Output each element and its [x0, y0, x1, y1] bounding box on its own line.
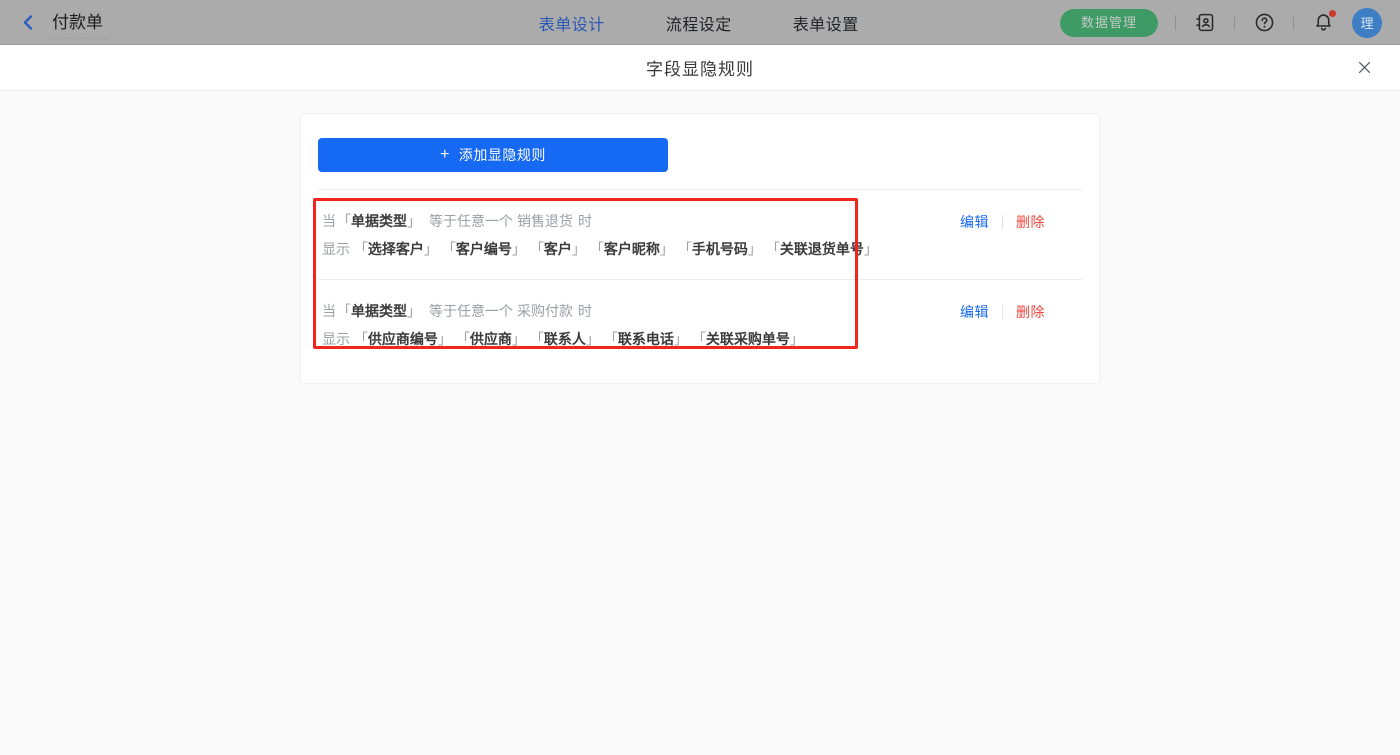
close-button[interactable]	[1352, 56, 1376, 80]
plus-icon: +	[440, 146, 450, 164]
add-rule-label: 添加显隐规则	[459, 145, 546, 165]
modal-titlebar: 字段显隐规则	[0, 45, 1400, 91]
actions-divider	[1002, 305, 1003, 319]
header-divider	[1234, 15, 1235, 30]
notification-badge	[1329, 10, 1336, 17]
rules-card: + 添加显隐规则 当「单据类型」等于任意一个销售退货时 显示 「选择客户」「客户…	[300, 113, 1100, 384]
header-right: 数据管理 理	[1060, 8, 1400, 38]
rule-actions: 编辑 删除	[960, 212, 1082, 232]
rule-show-line: 显示 「选择客户」「客户编号」「客户」「客户昵称」「手机号码」「关联退货单号」	[322, 239, 960, 260]
modal-body: + 添加显隐规则 当「单据类型」等于任意一个销售退货时 显示 「选择客户」「客户…	[0, 91, 1400, 755]
field-chip: 「选择客户」	[354, 241, 438, 257]
rule-condition-line: 当「单据类型」等于任意一个销售退货时	[322, 211, 960, 232]
tab-form-design[interactable]: 表单设计	[539, 11, 605, 35]
edit-rule-link[interactable]: 编辑	[960, 302, 989, 322]
field-chip: 「客户昵称」	[597, 241, 674, 257]
rule-row: 当「单据类型」等于任意一个采购付款时 显示 「供应商编号」「供应商」「联系人」「…	[318, 279, 1082, 369]
condition-field-chip: 「单据类型」	[337, 303, 421, 319]
close-icon	[1356, 59, 1373, 76]
field-chip: 「关联采购单号」	[699, 331, 804, 347]
address-book-icon[interactable]	[1193, 11, 1217, 35]
app-header: 付款单 表单设计 流程设定 表单设置 数据管理	[0, 0, 1400, 45]
field-chip: 「客户」	[537, 241, 586, 257]
condition-field-chip: 「单据类型」	[337, 213, 421, 229]
field-chip: 「关联退货单号」	[773, 241, 878, 257]
rule-text: 当「单据类型」等于任意一个销售退货时 显示 「选择客户」「客户编号」「客户」「客…	[322, 211, 960, 260]
help-icon[interactable]	[1252, 11, 1276, 35]
field-chip: 「供应商」	[463, 331, 526, 347]
delete-rule-link[interactable]: 删除	[1016, 212, 1045, 232]
header-divider	[1293, 15, 1294, 30]
field-chip: 「客户编号」	[449, 241, 526, 257]
back-button[interactable]	[20, 14, 37, 31]
header-divider	[1175, 15, 1176, 30]
add-rule-button[interactable]: + 添加显隐规则	[318, 138, 668, 172]
rule-actions: 编辑 删除	[960, 302, 1082, 322]
delete-rule-link[interactable]: 删除	[1016, 302, 1045, 322]
rule-condition-line: 当「单据类型」等于任意一个采购付款时	[322, 301, 960, 322]
field-chip: 「供应商编号」	[354, 331, 452, 347]
rule-text: 当「单据类型」等于任意一个采购付款时 显示 「供应商编号」「供应商」「联系人」「…	[322, 301, 960, 350]
tab-process-settings[interactable]: 流程设定	[666, 11, 732, 35]
tab-form-settings[interactable]: 表单设置	[793, 11, 859, 35]
form-name[interactable]: 付款单	[50, 6, 107, 39]
field-chip: 「手机号码」	[685, 241, 762, 257]
modal-title: 字段显隐规则	[646, 55, 754, 80]
edit-rule-link[interactable]: 编辑	[960, 212, 989, 232]
rule-row: 当「单据类型」等于任意一个销售退货时 显示 「选择客户」「客户编号」「客户」「客…	[318, 190, 1082, 279]
header-tabs: 表单设计 流程设定 表单设置	[539, 0, 859, 45]
avatar[interactable]: 理	[1352, 8, 1382, 38]
data-manage-button[interactable]: 数据管理	[1060, 9, 1158, 37]
notification-bell-icon[interactable]	[1311, 11, 1335, 35]
rules-list: 当「单据类型」等于任意一个销售退货时 显示 「选择客户」「客户编号」「客户」「客…	[318, 190, 1082, 369]
header-left: 付款单	[0, 6, 107, 39]
field-chip: 「联系电话」	[611, 331, 688, 347]
chevron-left-icon	[20, 14, 37, 31]
actions-divider	[1002, 215, 1003, 229]
rule-show-line: 显示 「供应商编号」「供应商」「联系人」「联系电话」「关联采购单号」	[322, 329, 960, 350]
field-chip: 「联系人」	[537, 331, 600, 347]
